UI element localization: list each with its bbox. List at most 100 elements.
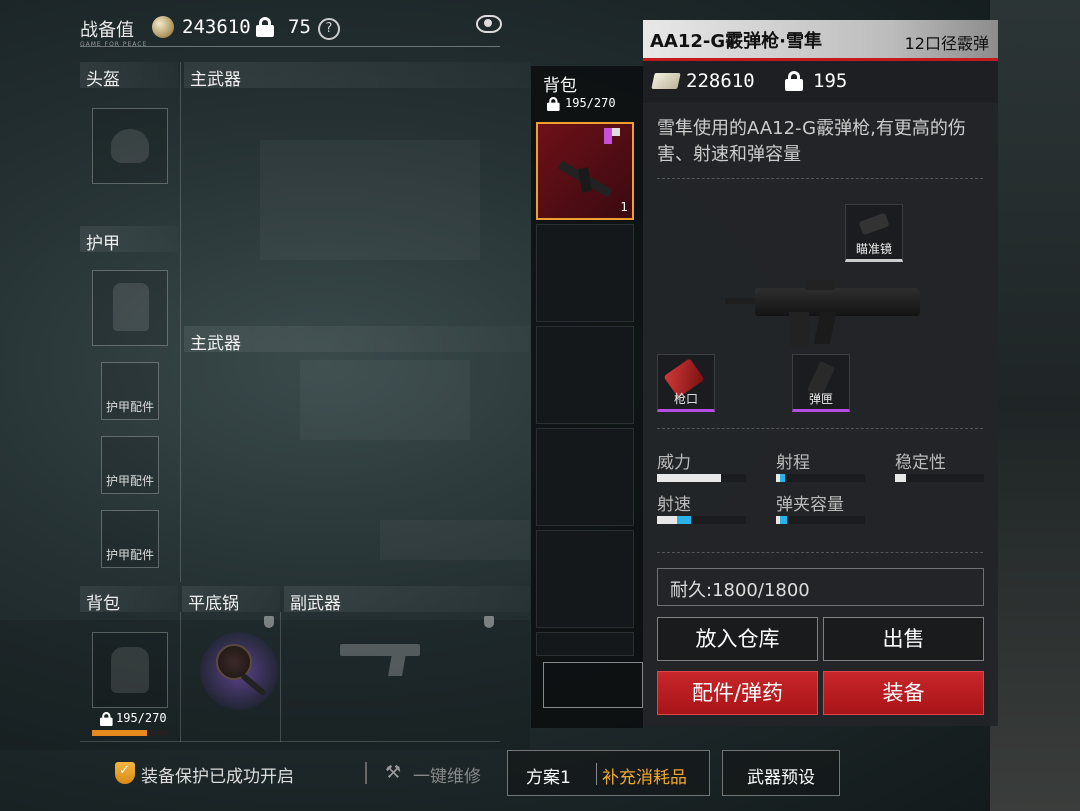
vest-icon [113, 283, 149, 331]
pan-label: 平底锅 [188, 594, 239, 614]
stat-label: 射程 [776, 453, 810, 473]
item-description: 雪隼使用的AA12-G霰弹枪,有更高的伤害、射速和弹容量 [657, 118, 966, 165]
armor-label: 护甲 [86, 234, 120, 254]
backpack-empty-cell[interactable] [536, 428, 634, 526]
protection-text: 装备保护已成功开启 [141, 767, 294, 787]
stat-bar [895, 474, 984, 482]
locked-value: 75 [288, 16, 311, 38]
wrench-hammer-icon: ⚒ [385, 762, 402, 783]
stat-bonus-fill [779, 516, 787, 524]
item-lock-value: 195 [813, 70, 848, 92]
plan-label[interactable]: 方案1 [526, 763, 571, 788]
lock-icon [547, 97, 560, 111]
backpack-empty-cell[interactable] [536, 530, 634, 628]
item-caliber: 12口径霰弹 [904, 34, 989, 53]
item-name: AA12-G霰弹枪·雪隼 [650, 31, 822, 52]
rarity-marker [604, 128, 612, 136]
pan-handle [240, 672, 267, 697]
weapon-preset-label: 武器预设 [747, 768, 815, 788]
item-title-bar: AA12-G霰弹枪·雪隼 12口径霰弹 [643, 20, 998, 58]
question-circle-icon[interactable]: ? [318, 18, 340, 40]
helmet-section-header: 头盔 [80, 62, 178, 90]
lock-icon [100, 712, 113, 726]
scope-attachment-slot[interactable]: 瞄准镜 [845, 204, 903, 262]
column-divider [180, 612, 181, 742]
item-count: 1 [620, 200, 628, 214]
lock-icon [785, 71, 803, 91]
stat-bonus-fill [676, 516, 691, 524]
scope-label: 瞄准镜 [855, 242, 892, 256]
main-weapon-label-1: 主武器 [190, 70, 241, 90]
armor-attachment-label: 护甲配件 [105, 474, 154, 488]
shield-icon [264, 616, 274, 628]
magazine-label: 弹匣 [808, 392, 833, 406]
pistol-placeholder-icon[interactable] [340, 640, 430, 676]
dotted-divider [657, 552, 983, 553]
column-divider [180, 62, 181, 582]
secondary-weapon-header: 副武器 [284, 586, 530, 614]
durability-field: 耐久:1800/1800 [657, 568, 984, 606]
weapon-preset-button[interactable]: 武器预设 [722, 750, 840, 796]
eye-icon[interactable] [476, 15, 502, 33]
combat-readiness-value: 243610 [182, 16, 251, 38]
muzzle-label: 枪口 [673, 392, 698, 406]
stat-bar [776, 474, 865, 482]
backpack-action-button[interactable] [543, 662, 643, 708]
plan-selector[interactable]: 方案1 补充消耗品 [507, 750, 710, 796]
backpack-capacity: 195/270 [92, 711, 168, 727]
backpack-empty-cell[interactable] [536, 326, 634, 424]
stat-bar [776, 516, 865, 524]
armor-attachment-label: 护甲配件 [105, 548, 154, 562]
shield-check-icon [115, 762, 135, 784]
sell-button[interactable]: 出售 [823, 617, 984, 661]
backpack-capacity-text: 195/270 [116, 711, 167, 725]
column-divider [280, 612, 281, 742]
main-weapon-label-2: 主武器 [190, 334, 241, 354]
backpack-label: 背包 [86, 594, 120, 614]
main-weapon-header-1: 主武器 [184, 62, 530, 90]
magazine-attachment-slot[interactable]: 弹匣 [792, 354, 850, 412]
backpack-title: 背包 [543, 76, 577, 96]
backpack-item-aa12[interactable]: 1 [536, 122, 634, 220]
backpack-empty-cell[interactable] [536, 632, 634, 656]
stat-label: 射速 [657, 495, 691, 515]
stat-bonus-fill [779, 474, 785, 482]
stat-label: 稳定性 [895, 453, 946, 473]
backpack-capacity-fill [92, 730, 147, 736]
top-divider [80, 46, 500, 47]
armor-attachment-label: 护甲配件 [105, 400, 154, 414]
aa12-shotgun-image [725, 278, 925, 358]
scope-icon [858, 212, 890, 236]
attachments-ammo-button[interactable]: 配件/弹药 [657, 671, 818, 715]
backpack-inventory-panel: 背包 195/270 1 [531, 66, 643, 728]
coin-icon [152, 16, 174, 38]
helmet-label: 头盔 [86, 70, 120, 90]
shotgun-icon [557, 154, 624, 198]
helmet-slot[interactable] [92, 108, 168, 184]
rarity-marker [604, 136, 612, 144]
dotted-divider [657, 178, 983, 179]
pan-slot[interactable] [200, 632, 278, 710]
restock-consumables-button[interactable]: 补充消耗品 [602, 763, 687, 788]
backpack-capacity-text: 195/270 [565, 96, 616, 110]
muzzle-attachment-slot[interactable]: 枪口 [657, 354, 715, 412]
armor-slot[interactable] [92, 270, 168, 346]
helmet-icon [111, 129, 149, 163]
stat-bar [657, 474, 746, 482]
stat-fill [895, 474, 906, 482]
backpack-slot[interactable] [92, 632, 168, 708]
backpack-section-header: 背包 [80, 586, 178, 614]
armor-attachment-slot-2[interactable]: 护甲配件 [101, 436, 159, 494]
armor-attachment-slot-3[interactable]: 护甲配件 [101, 510, 159, 568]
stat-bar [657, 516, 746, 524]
item-price-row: 228610 195 [643, 61, 998, 103]
item-price: 228610 [686, 70, 755, 92]
item-detail-panel: AA12-G霰弹枪·雪隼 12口径霰弹 228610 195 雪隼使用的AA12… [643, 20, 998, 726]
stat-label: 威力 [657, 453, 691, 473]
armor-attachment-slot-1[interactable]: 护甲配件 [101, 362, 159, 420]
secondary-weapon-label: 副武器 [290, 594, 341, 614]
store-to-warehouse-button[interactable]: 放入仓库 [657, 617, 818, 661]
rarity-marker [612, 128, 620, 136]
equip-button[interactable]: 装备 [823, 671, 984, 715]
backpack-empty-cell[interactable] [536, 224, 634, 322]
